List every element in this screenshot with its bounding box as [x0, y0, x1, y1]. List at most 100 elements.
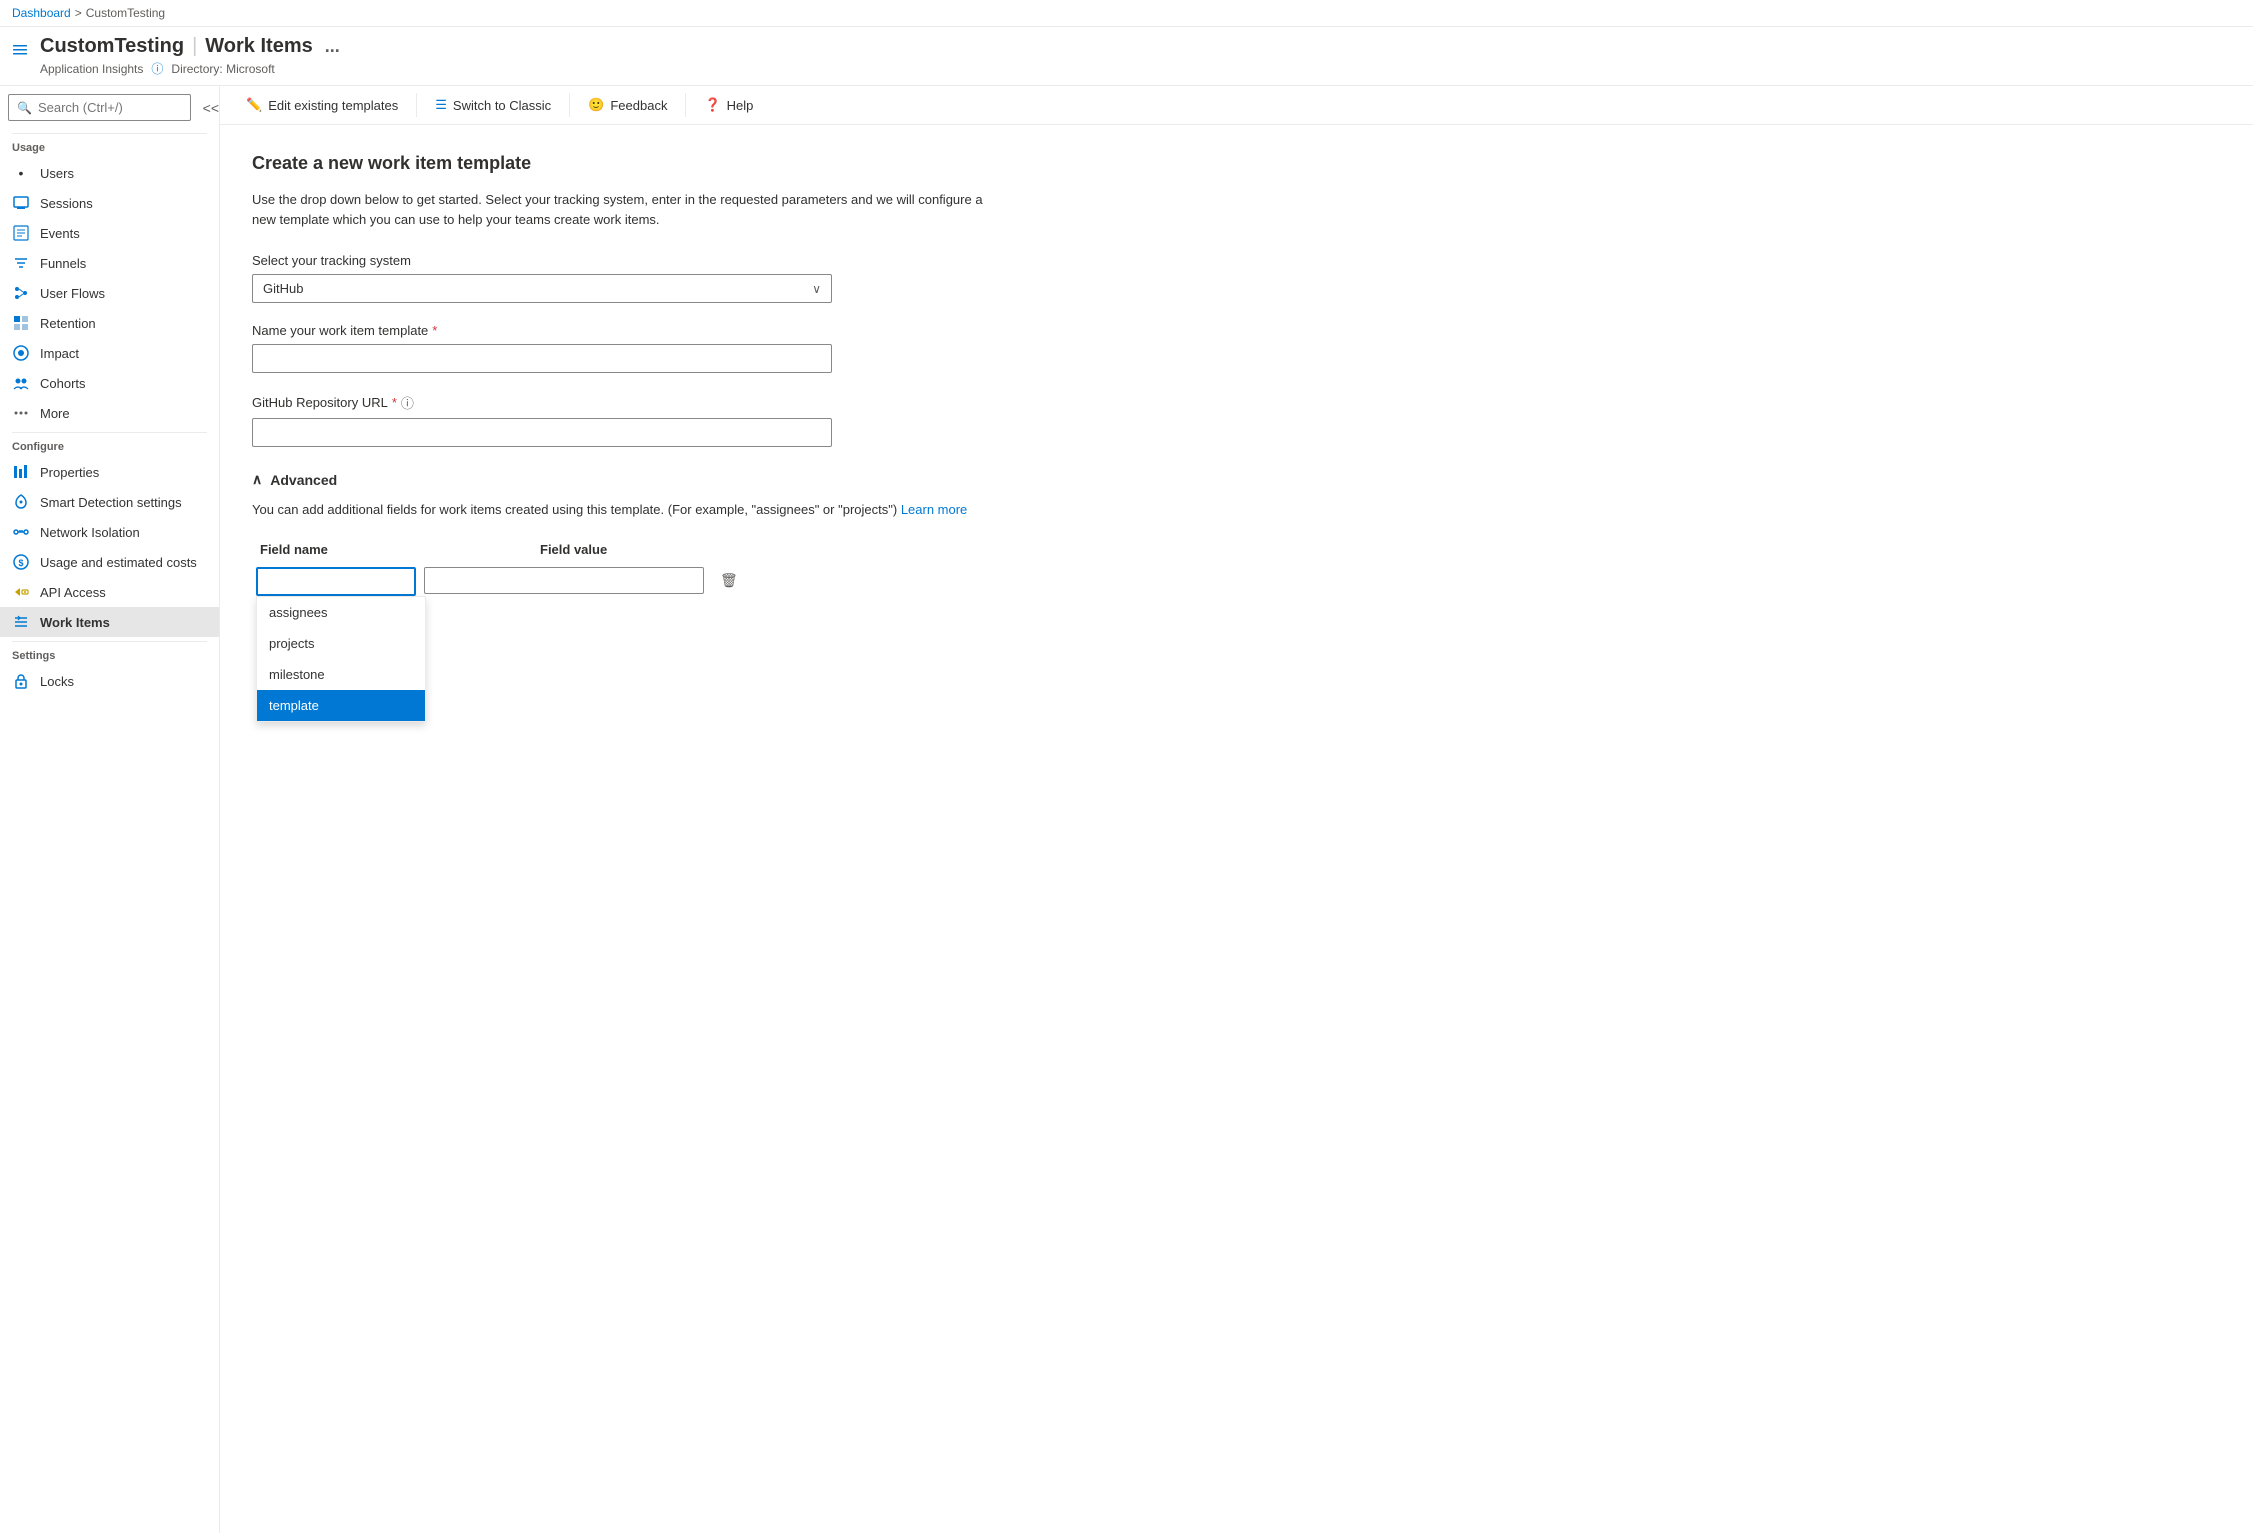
name-required-indicator: *: [432, 323, 437, 338]
table-row: assigneesprojectsmilestonetemplate 🗑: [252, 563, 750, 600]
sidebar-divider: [12, 133, 207, 134]
sidebar-item-label-users: Users: [40, 166, 74, 181]
locks-icon: [12, 673, 30, 689]
sidebar-divider: [12, 641, 207, 642]
sidebar-item-sessions[interactable]: Sessions: [0, 188, 219, 218]
sidebar-item-label-events: Events: [40, 226, 80, 241]
field-name-dropdown[interactable]: assigneesprojectsmilestonetemplate: [256, 596, 426, 722]
sidebar-item-network-isolation[interactable]: Network Isolation: [0, 517, 219, 547]
edit-templates-label: Edit existing templates: [268, 98, 398, 113]
sidebar-item-retention[interactable]: Retention: [0, 308, 219, 338]
help-label: Help: [727, 98, 754, 113]
toolbar-divider-3: [685, 93, 686, 117]
sidebar-item-more[interactable]: More: [0, 398, 219, 428]
api-access-icon: [12, 584, 30, 600]
more-icon: [12, 405, 30, 421]
github-url-info-icon[interactable]: ⓘ: [401, 393, 414, 412]
edit-icon: ✏️: [246, 97, 262, 113]
advanced-collapse-icon: ∧: [252, 471, 262, 488]
sidebar-item-label-usage-costs: Usage and estimated costs: [40, 555, 197, 570]
template-name-group: Name your work item template *: [252, 323, 988, 373]
header-app-name: CustomTesting: [40, 35, 184, 58]
cohorts-icon: [12, 375, 30, 391]
help-button[interactable]: ❓ Help: [694, 92, 763, 118]
toolbar-divider-1: [416, 93, 417, 117]
feedback-icon: 🙂: [588, 97, 604, 113]
tracking-system-select[interactable]: GitHub ∨: [252, 274, 832, 303]
page-title: Create a new work item template: [252, 153, 988, 174]
sessions-icon: [12, 195, 30, 211]
github-url-group: GitHub Repository URL * ⓘ: [252, 393, 988, 447]
github-url-input[interactable]: [252, 418, 832, 447]
switch-icon: ☰: [435, 97, 447, 113]
feedback-label: Feedback: [610, 98, 667, 113]
edit-templates-button[interactable]: ✏️ Edit existing templates: [236, 92, 408, 118]
page-description: Use the drop down below to get started. …: [252, 190, 988, 229]
header-more-button[interactable]: ...: [325, 36, 340, 57]
search-input[interactable]: [38, 100, 182, 115]
sidebar-item-properties[interactable]: Properties: [0, 457, 219, 487]
feedback-button[interactable]: 🙂 Feedback: [578, 92, 677, 118]
sidebar-item-locks[interactable]: Locks: [0, 666, 219, 696]
search-icon: 🔍: [17, 101, 32, 115]
sidebar-section-settings: Settings: [0, 646, 219, 666]
svg-text:$: $: [19, 558, 24, 568]
tracking-system-value: GitHub: [263, 281, 303, 296]
main-layout: 🔍 << Usage • Users Sessions Events Funnels Use…: [0, 86, 2253, 1533]
breadcrumb-dashboard[interactable]: Dashboard: [12, 6, 71, 20]
properties-icon: [12, 464, 30, 480]
users-icon: •: [12, 165, 30, 181]
toolbar-divider-2: [569, 93, 570, 117]
usage-costs-icon: $: [12, 554, 30, 570]
advanced-description: You can add additional fields for work i…: [252, 500, 988, 520]
learn-more-link[interactable]: Learn more: [901, 502, 967, 517]
sidebar-item-cohorts[interactable]: Cohorts: [0, 368, 219, 398]
dropdown-item-template[interactable]: template: [257, 690, 425, 721]
sidebar-item-label-cohorts: Cohorts: [40, 376, 86, 391]
field-value-input[interactable]: [424, 567, 704, 594]
search-box[interactable]: 🔍: [8, 94, 191, 121]
sidebar-item-user-flows[interactable]: User Flows: [0, 278, 219, 308]
switch-classic-button[interactable]: ☰ Switch to Classic: [425, 92, 561, 118]
dropdown-item-milestone[interactable]: milestone: [257, 659, 425, 690]
main-content: Create a new work item template Use the …: [220, 125, 2253, 1533]
sidebar-collapse-button[interactable]: <<: [203, 100, 219, 116]
breadcrumb: Dashboard > CustomTesting: [12, 6, 165, 20]
sidebar-item-users[interactable]: • Users: [0, 158, 219, 188]
smart-detection-icon: [12, 494, 30, 510]
sidebar-item-label-properties: Properties: [40, 465, 99, 480]
dropdown-item-projects[interactable]: projects: [257, 628, 425, 659]
sidebar-item-usage-costs[interactable]: $ Usage and estimated costs: [0, 547, 219, 577]
field-value-column-header: Field value: [420, 536, 708, 563]
sidebar-item-label-retention: Retention: [40, 316, 96, 331]
user-flows-icon: [12, 285, 30, 301]
chevron-down-icon: ∨: [812, 282, 821, 296]
header-app-insights-label: Application Insights: [40, 62, 143, 76]
field-value-cell: [420, 563, 708, 600]
impact-icon: [12, 345, 30, 361]
header-info-icon[interactable]: ⓘ: [151, 60, 163, 77]
sidebar-item-impact[interactable]: Impact: [0, 338, 219, 368]
funnels-icon: [12, 255, 30, 271]
sidebar-section-usage: Usage: [0, 138, 219, 158]
sidebar-item-api-access[interactable]: API Access: [0, 577, 219, 607]
field-name-input[interactable]: [256, 567, 416, 596]
delete-row-button[interactable]: 🗑: [712, 567, 746, 594]
sidebar-item-label-network-isolation: Network Isolation: [40, 525, 140, 540]
template-name-input[interactable]: [252, 344, 832, 373]
tracking-system-label: Select your tracking system: [252, 253, 988, 268]
header-menu-icon[interactable]: [12, 39, 28, 60]
field-name-cell: assigneesprojectsmilestonetemplate: [252, 563, 420, 600]
sidebar-item-smart-detection[interactable]: Smart Detection settings: [0, 487, 219, 517]
sidebar-item-funnels[interactable]: Funnels: [0, 248, 219, 278]
advanced-section: ∧ Advanced You can add additional fields…: [252, 471, 988, 600]
dropdown-item-assignees[interactable]: assignees: [257, 597, 425, 628]
advanced-toggle[interactable]: ∧ Advanced: [252, 471, 988, 488]
header-directory: Directory: Microsoft: [171, 62, 274, 76]
sidebar-item-events[interactable]: Events: [0, 218, 219, 248]
sidebar-item-work-items[interactable]: Work Items: [0, 607, 219, 637]
header-text: CustomTesting | Work Items ... Applicati…: [40, 35, 340, 77]
sidebar-item-label-user-flows: User Flows: [40, 286, 105, 301]
field-name-dropdown-container: assigneesprojectsmilestonetemplate: [256, 567, 416, 596]
events-icon: [12, 225, 30, 241]
